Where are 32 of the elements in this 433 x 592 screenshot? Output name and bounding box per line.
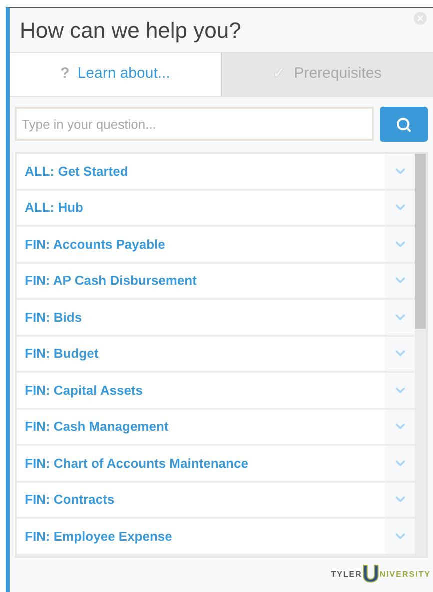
search-icon <box>396 116 412 132</box>
scrollbar-thumb[interactable] <box>415 154 426 329</box>
topic-row[interactable]: FIN: Chart of Accounts Maintenance <box>17 446 415 482</box>
tab[interactable]: ✓ Prerequisites <box>221 53 433 96</box>
topic-label: FIN: AP Cash Disbursement <box>24 272 198 290</box>
topic-row[interactable]: FIN: Cash Management <box>17 410 415 446</box>
topic-label: ALL: Hub <box>24 199 84 217</box>
search-button[interactable] <box>380 107 428 142</box>
topic-label: FIN: Chart of Accounts Maintenance <box>24 454 250 472</box>
topic-label: FIN: Employee Expense <box>24 528 174 546</box>
topic-row[interactable]: FIN: Accounts Payable <box>17 227 415 264</box>
close-button[interactable] <box>414 12 427 25</box>
topic-row[interactable]: FIN: AP Cash Disbursement <box>17 264 415 300</box>
topic-row[interactable]: FIN: Budget <box>17 336 415 373</box>
tab[interactable]: ? Learn about... <box>10 53 221 96</box>
topic-row[interactable]: FIN: Contracts <box>17 482 415 519</box>
panel-title: How can we help you? <box>20 16 242 45</box>
topic-row[interactable]: ALL: Get Started <box>17 154 415 190</box>
topic-label: FIN: Cash Management <box>24 418 170 436</box>
question-field[interactable]: Type in your question... <box>15 107 374 141</box>
topic-label: FIN: Budget <box>24 345 100 363</box>
scrollbar[interactable] <box>415 154 426 556</box>
close-icon <box>416 14 425 23</box>
topic-label: ALL: Get Started <box>24 162 130 180</box>
topic-row[interactable]: ALL: Hub <box>17 190 415 227</box>
topic-label: FIN: Bids <box>24 308 84 326</box>
topic-row[interactable]: FIN: Capital Assets <box>17 373 415 410</box>
topic-label: FIN: Contracts <box>24 491 116 509</box>
topic-row[interactable]: FIN: Bids <box>17 300 415 336</box>
topic-label: FIN: Accounts Payable <box>24 236 166 254</box>
topic-label: FIN: Capital Assets <box>24 382 144 400</box>
topic-row[interactable]: FIN: Employee Expense <box>17 519 415 556</box>
